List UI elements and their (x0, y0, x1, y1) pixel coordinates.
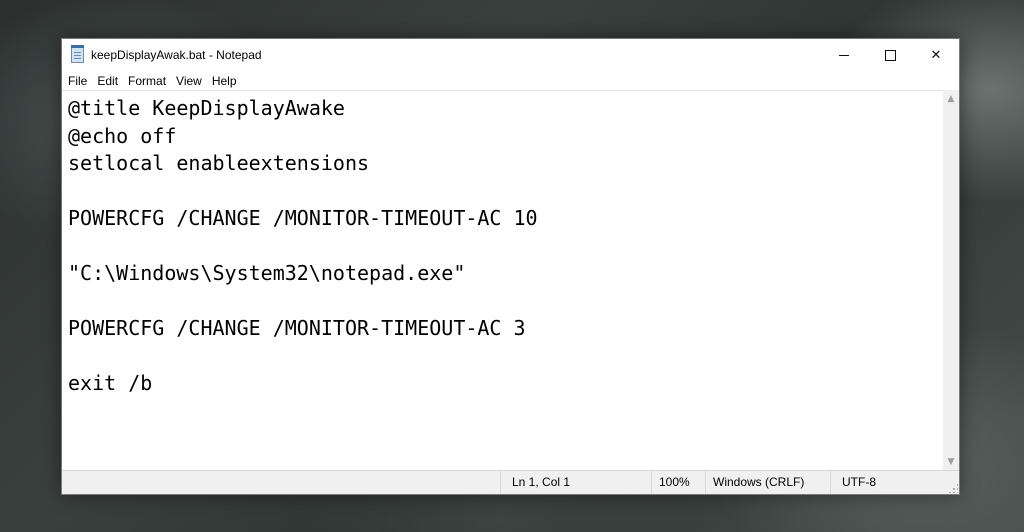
notepad-window: keepDisplayAwak.bat - Notepad ✕ File Edi… (61, 38, 960, 495)
notepad-icon (71, 45, 84, 63)
title-bar[interactable]: keepDisplayAwak.bat - Notepad ✕ (62, 39, 959, 71)
menu-view[interactable]: View (171, 74, 207, 88)
menu-bar: File Edit Format View Help (62, 71, 959, 90)
status-line-endings: Windows (CRLF) (705, 471, 830, 494)
editor-line: POWERCFG /CHANGE /MONITOR-TIMEOUT-AC 10 (68, 206, 538, 230)
close-button[interactable]: ✕ (913, 39, 959, 71)
menu-file[interactable]: File (62, 74, 92, 88)
close-icon: ✕ (930, 47, 942, 63)
status-cursor-position: Ln 1, Col 1 (500, 471, 651, 494)
editor-content[interactable]: @title KeepDisplayAwake @echo off setlocal… (68, 95, 538, 398)
minimize-button[interactable] (821, 39, 867, 71)
minimize-icon (839, 54, 849, 56)
editor-line: "C:\Windows\System32\notepad.exe" (68, 261, 466, 285)
menu-help[interactable]: Help (207, 74, 242, 88)
editor-line: exit /b (68, 371, 153, 395)
maximize-button[interactable] (867, 39, 913, 71)
menu-format[interactable]: Format (123, 74, 171, 88)
editor-line: @echo off (68, 123, 177, 148)
menu-edit[interactable]: Edit (92, 74, 123, 88)
status-encoding: UTF-8 (830, 471, 959, 494)
scroll-down-arrow-icon[interactable]: ▼ (943, 453, 959, 470)
editor-line: setlocal enableextensions (68, 151, 370, 175)
window-title: keepDisplayAwak.bat - Notepad (91, 48, 262, 62)
editor-line: POWERCFG /CHANGE /MONITOR-TIMEOUT-AC 3 (68, 316, 526, 340)
status-bar: Ln 1, Col 1 100% Windows (CRLF) UTF-8 (62, 470, 959, 494)
maximize-icon (884, 49, 896, 61)
text-editor-area[interactable]: @title KeepDisplayAwake @echo off setlocal… (62, 90, 943, 471)
editor-line: @title KeepDisplayAwake (68, 96, 345, 120)
status-zoom: 100% (651, 471, 705, 494)
scroll-up-arrow-icon[interactable]: ▲ (943, 90, 959, 107)
vertical-scrollbar[interactable]: ▲ ▼ (943, 90, 959, 470)
